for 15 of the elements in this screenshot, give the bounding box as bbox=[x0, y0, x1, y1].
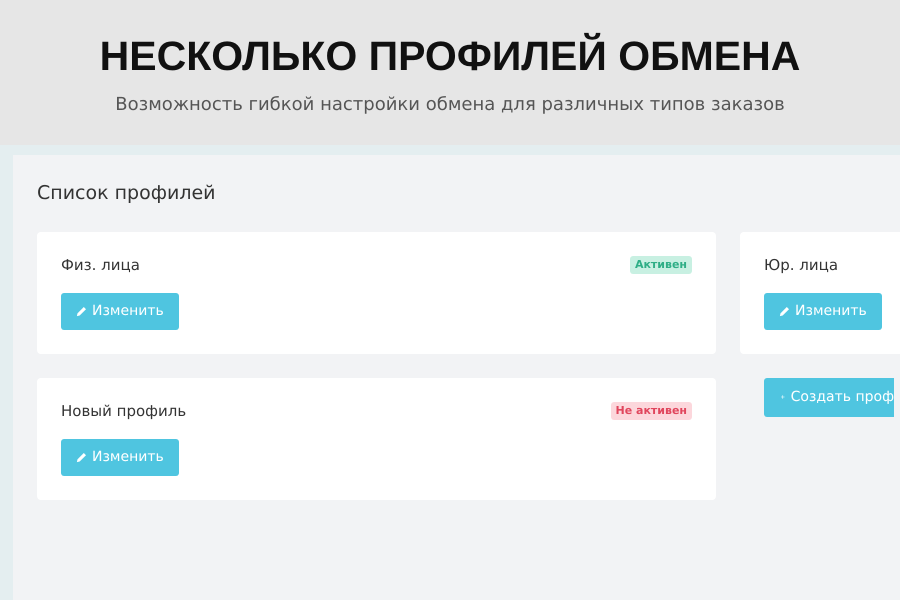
panel-title: Список профилей bbox=[37, 181, 217, 206]
plus-icon bbox=[781, 392, 785, 402]
profile-name: Юр. лица bbox=[764, 254, 838, 276]
edit-button[interactable]: Изменить bbox=[764, 293, 882, 330]
page-subtitle: Возможность гибкой настройки обмена для различных типов заказов bbox=[114, 93, 786, 117]
edit-button[interactable]: Изменить bbox=[61, 293, 179, 330]
create-profile-button[interactable]: Создать проф bbox=[764, 378, 894, 416]
status-label: Активен bbox=[630, 256, 692, 274]
edit-button[interactable]: Изменить bbox=[61, 439, 179, 476]
status-label: Не активен bbox=[610, 402, 692, 420]
pencil-icon bbox=[76, 306, 87, 317]
pencil-icon bbox=[779, 306, 790, 317]
profile-name: Новый профиль bbox=[61, 400, 186, 422]
profile-name: Физ. лица bbox=[61, 254, 140, 276]
pencil-icon bbox=[76, 452, 87, 463]
